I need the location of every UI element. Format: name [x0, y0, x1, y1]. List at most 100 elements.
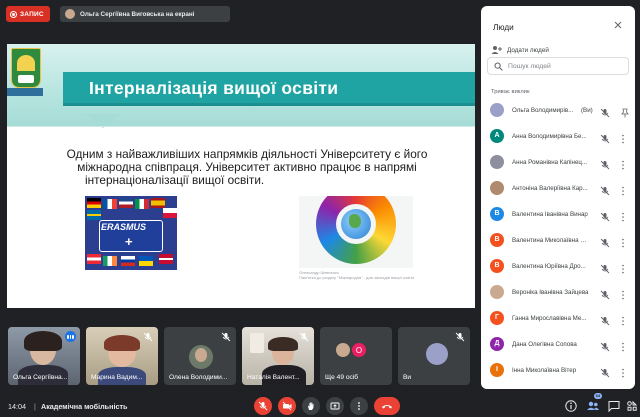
participant-avatar: А: [490, 129, 504, 143]
globe-land: [349, 214, 361, 228]
mic-off-icon: [600, 287, 610, 300]
mic-off-icon: [600, 313, 610, 326]
slide-divider: [7, 126, 475, 127]
presenter-avatar: [65, 9, 75, 19]
people-panel: Люди Додати людей Триває виклик Ольга Во…: [481, 6, 635, 389]
flag-icon: [87, 210, 101, 220]
erasmus-image: ERASMUS +: [85, 196, 177, 270]
slide-body-text: Одним з найважливіших напрямків діяльнос…: [47, 148, 447, 187]
flag-icon: [87, 254, 101, 264]
participant-row[interactable]: Антоніна Валеріївна Кар...: [481, 176, 635, 202]
participant-row[interactable]: Ольга Володимирів... (Ви): [481, 98, 635, 124]
mic-off-icon: [143, 332, 153, 342]
participant-row[interactable]: І Інна Миколаївна Вітер: [481, 358, 635, 384]
add-person-icon: [491, 46, 502, 54]
participant-name: Марина Вадим...: [91, 374, 143, 381]
participant-hair: [268, 337, 298, 351]
people-icon[interactable]: [586, 399, 600, 413]
recording-label: ЗАПИС: [20, 10, 44, 18]
camera-off-icon: [282, 401, 292, 411]
participant-name: Інна Миколаївна Вітер: [512, 367, 577, 374]
image-caption: Олександр Шевченко Пам'ятка до розділу "…: [299, 270, 439, 280]
participant-hair: [104, 335, 140, 351]
more-options-button[interactable]: [350, 397, 368, 415]
more-vert-icon[interactable]: [621, 261, 625, 274]
participant-row[interactable]: В Валентина Юріївна Дро...: [481, 254, 635, 280]
logo-band: [7, 88, 43, 96]
more-vert-icon[interactable]: [621, 209, 625, 222]
participant-row[interactable]: Анна Романівна Капінец...: [481, 150, 635, 176]
window-shape: [250, 333, 264, 353]
leave-call-button[interactable]: [374, 397, 400, 415]
flag-icon: [119, 198, 133, 208]
shared-screen: Інтерналізація вищої освіти Одним з найв…: [7, 44, 475, 308]
more-vert-icon: [358, 402, 360, 410]
participant-tile[interactable]: Ольга Сергіївна...: [8, 327, 80, 385]
speaking-indicator-icon: [65, 331, 76, 342]
participant-row[interactable]: Д Дана Олегівна Сопова: [481, 332, 635, 358]
participant-row[interactable]: В Валентина Миколаївна Б...: [481, 228, 635, 254]
mic-off-icon: [600, 105, 610, 118]
participant-name: Олена Володими...: [169, 374, 228, 381]
participant-face: [195, 348, 207, 362]
slide-title: Інтерналізація вищої освіти: [89, 78, 339, 98]
participant-avatar: В: [490, 207, 504, 221]
more-vert-icon[interactable]: [621, 313, 625, 326]
more-vert-icon[interactable]: [621, 131, 625, 144]
mic-off-icon: [600, 131, 610, 144]
mic-off-icon: [221, 332, 231, 342]
participant-name: Ольга Сергіївна...: [13, 374, 68, 381]
erasmus-text: ERASMUS: [101, 222, 147, 232]
more-participants-tile[interactable]: О Ще 49 осіб: [320, 327, 392, 385]
flag-icon: [87, 198, 101, 208]
mic-off-icon: [299, 332, 309, 342]
record-icon: [10, 10, 17, 18]
participant-row[interactable]: А Анна Володимирівна Бе...: [481, 124, 635, 150]
more-vert-icon[interactable]: [621, 235, 625, 248]
flag-icon: [139, 256, 153, 266]
add-people-button[interactable]: Додати людей: [491, 45, 549, 55]
participant-tile[interactable]: Олена Володими...: [164, 327, 236, 385]
mic-off-icon: [600, 261, 610, 274]
chat-icon[interactable]: [607, 399, 621, 413]
flag-icon: [163, 208, 177, 218]
camera-toggle-button[interactable]: [278, 397, 296, 415]
close-icon[interactable]: [613, 20, 623, 30]
participant-name: Валентина Миколаївна Б...: [512, 237, 589, 244]
mic-off-icon: [258, 401, 268, 411]
participant-avatar: [490, 103, 504, 117]
participant-row[interactable]: Вероніка Іванівна Зайцева: [481, 280, 635, 306]
microphone-toggle-button[interactable]: [254, 397, 272, 415]
activities-icon[interactable]: [625, 399, 639, 413]
participant-avatar: В: [490, 233, 504, 247]
participant-avatars: О: [336, 343, 366, 357]
flag-icon: [135, 199, 149, 209]
more-vert-icon[interactable]: [621, 339, 625, 352]
search-people-input[interactable]: [508, 62, 618, 70]
participant-row[interactable]: Г Ганна Мирославівна Ме...: [481, 306, 635, 332]
participant-name: Ольга Володимирів...: [512, 107, 574, 114]
participant-tile[interactable]: Наталія Валент...: [242, 327, 314, 385]
participant-row[interactable]: В Валентина Іванівна Винар: [481, 202, 635, 228]
search-icon: [494, 62, 503, 71]
more-vert-icon[interactable]: [621, 183, 625, 196]
more-vert-icon[interactable]: [621, 157, 625, 170]
flag-icon: [151, 198, 165, 208]
mic-off-icon: [600, 157, 610, 170]
raise-hand-button[interactable]: [302, 397, 320, 415]
recording-badge[interactable]: ЗАПИС: [6, 6, 50, 22]
participant-avatar: Г: [490, 311, 504, 325]
more-vert-icon[interactable]: [621, 287, 625, 300]
self-tile[interactable]: Ви: [398, 327, 470, 385]
self-name: Ви: [403, 374, 412, 381]
meeting-title: Академічна мобільність: [41, 402, 128, 411]
present-screen-button[interactable]: [326, 397, 344, 415]
slide-body-line-3: інтернаціоналізації вищої освіти.: [85, 173, 265, 187]
flag-icon: [103, 256, 117, 266]
participant-tile[interactable]: Марина Вадим...: [86, 327, 158, 385]
info-icon[interactable]: [564, 399, 578, 413]
image-caption-line-2: Пам'ятка до розділу "Міжнародна" - для з…: [299, 275, 415, 280]
search-people-field[interactable]: [487, 57, 629, 75]
more-vert-icon[interactable]: [621, 365, 625, 378]
pin-icon[interactable]: [621, 105, 629, 118]
